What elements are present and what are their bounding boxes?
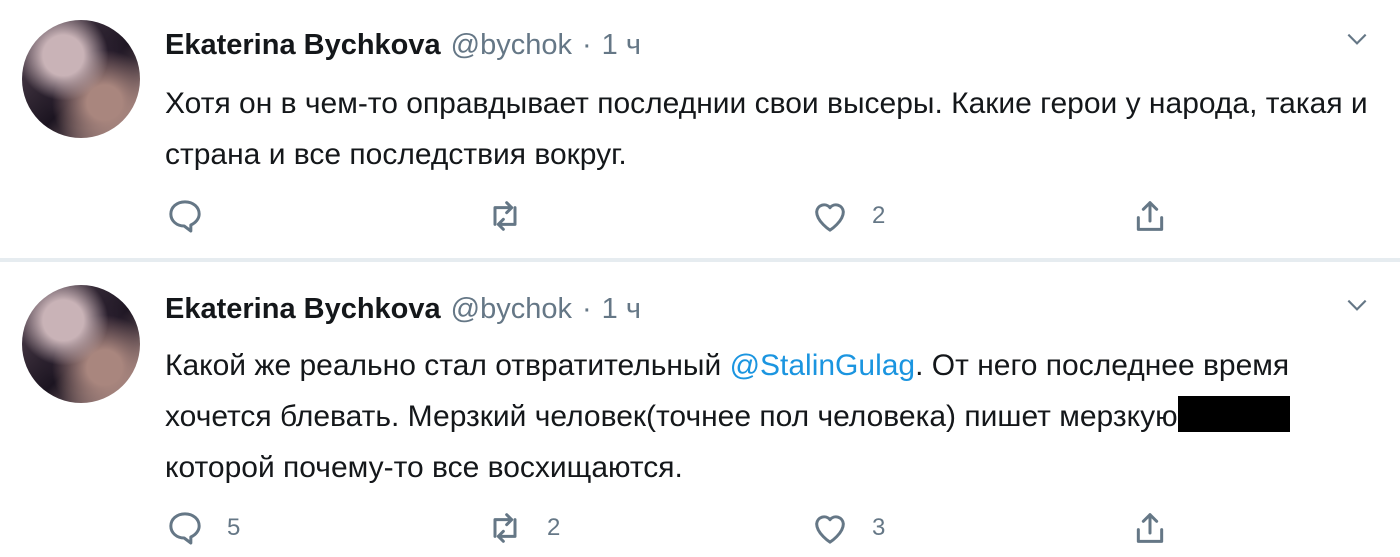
reply-button[interactable]: 5 (165, 506, 240, 550)
reply-icon (169, 512, 201, 545)
retweet-count: 2 (547, 514, 561, 541)
author-handle[interactable]: @bychok (451, 293, 572, 326)
reply-count: 5 (227, 514, 241, 541)
share-button[interactable] (1130, 506, 1170, 550)
heart-icon (815, 203, 845, 232)
tweet-text: Хотя он в чем-то оправдывает последнии с… (165, 87, 1368, 171)
tweet[interactable]: Ekaterina Bychkova @bychok · 1 ч Хотя он… (0, 0, 1400, 262)
tweet-text: Какой же реально стал отвратительный @St… (165, 340, 1380, 493)
author-name[interactable]: Ekaterina Bychkova (165, 29, 441, 62)
retweet-button[interactable]: 2 (485, 506, 560, 550)
retweet-icon (493, 201, 517, 231)
retweet-icon (493, 513, 517, 543)
tweet[interactable]: Ekaterina Bychkova @bychok · 1 ч Какой ж… (0, 262, 1400, 557)
avatar[interactable] (22, 20, 140, 138)
avatar[interactable] (22, 285, 140, 403)
author-name[interactable]: Ekaterina Bychkova (165, 293, 441, 326)
retweet-button[interactable] (485, 194, 547, 238)
share-icon (1136, 201, 1164, 231)
like-button[interactable]: 3 (810, 506, 885, 550)
timestamp[interactable]: 1 ч (602, 29, 641, 62)
timestamp[interactable]: 1 ч (602, 293, 641, 326)
tweet-header: Ekaterina Bychkova @bychok · 1 ч (165, 29, 641, 69)
text-part: Какой же реально стал отвратительный (165, 349, 730, 382)
chevron-down-icon[interactable] (1344, 26, 1370, 52)
separator: · (581, 29, 592, 61)
like-count: 3 (872, 514, 886, 541)
share-icon (1136, 513, 1164, 543)
reply-button[interactable] (165, 194, 227, 238)
mention-link[interactable]: @StalinGulag (730, 349, 916, 382)
share-button[interactable] (1130, 194, 1170, 238)
heart-icon (815, 515, 845, 544)
separator: · (581, 293, 592, 325)
like-button[interactable]: 2 (810, 194, 885, 238)
chevron-down-icon[interactable] (1344, 292, 1370, 318)
reply-icon (169, 200, 201, 233)
text-part: которой почему-то все восхищаются. (165, 451, 683, 484)
author-handle[interactable]: @bychok (451, 29, 572, 62)
tweet-actions: 2 (0, 194, 1400, 238)
tweet-actions: 5 2 3 (0, 506, 1400, 550)
tweet-header: Ekaterina Bychkova @bychok · 1 ч (165, 293, 641, 333)
like-count: 2 (872, 202, 886, 229)
redaction-bar (1177, 396, 1290, 432)
